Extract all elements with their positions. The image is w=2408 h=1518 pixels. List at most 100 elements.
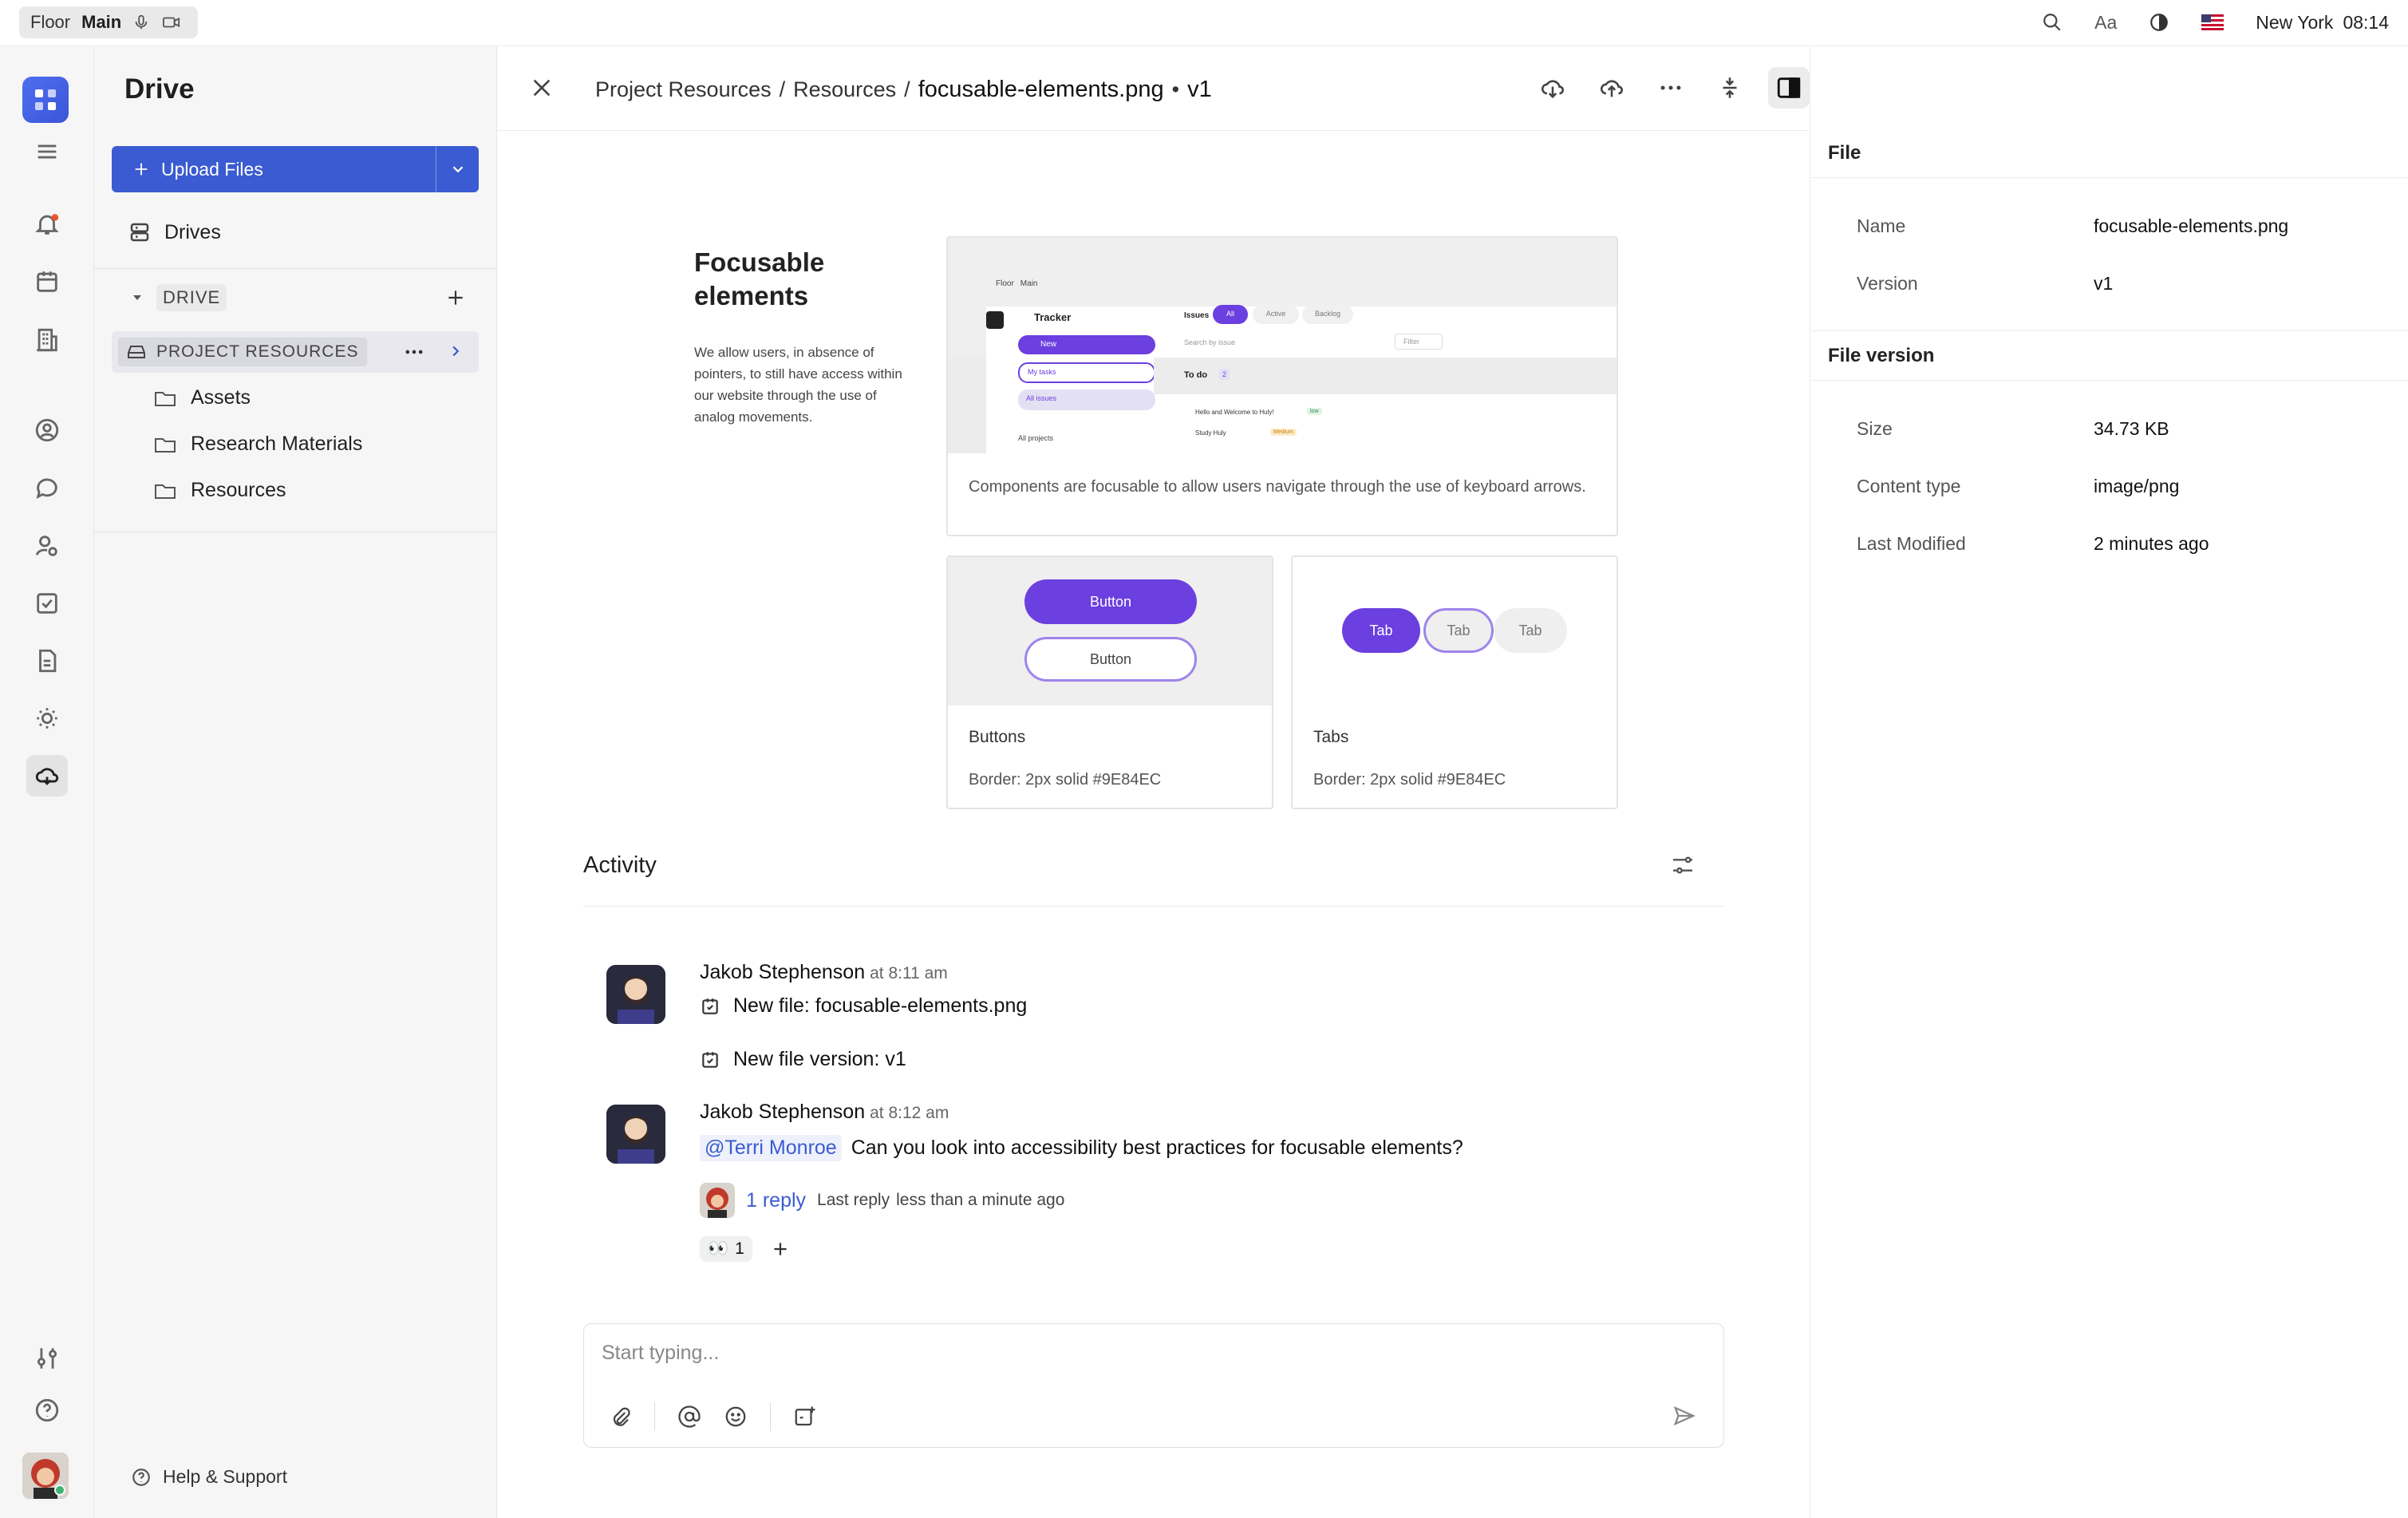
microphone-icon[interactable] [132, 14, 150, 31]
office-building-icon[interactable] [26, 319, 68, 361]
upload-icon[interactable] [1591, 67, 1632, 109]
divider [1810, 380, 2408, 381]
mention-at-icon[interactable] [677, 1405, 701, 1429]
sidebar-item-drives[interactable]: Drives [128, 220, 221, 244]
breadcrumb-resources[interactable]: Resources [793, 77, 896, 102]
contacts-icon[interactable] [26, 409, 68, 451]
reply-when: less than a minute ago [896, 1191, 1065, 1209]
size-label: Size [1857, 418, 1893, 439]
message-author: Jakob Stephenson at 8:11 am [700, 961, 948, 983]
help-question-icon[interactable] [26, 1390, 68, 1431]
more-options-icon[interactable] [403, 341, 425, 363]
divider [94, 268, 497, 269]
sample-tab-focused: Tab [1423, 608, 1494, 653]
notifications-bell-icon[interactable] [26, 204, 68, 245]
mini-main-label: Main [1020, 279, 1038, 288]
calendar-icon[interactable] [26, 261, 68, 302]
mini-tracker-label: Tracker [1034, 311, 1072, 323]
mini-todo-count: 2 [1219, 369, 1230, 380]
file-details-panel: File Name focusable-elements.png Version… [1810, 46, 2408, 1518]
upload-files-button[interactable]: Upload Files [112, 146, 479, 192]
mini-todo: To do [1184, 370, 1208, 380]
content-type-value: image/png [2094, 476, 2180, 496]
folder-item[interactable]: Assets [154, 386, 251, 409]
compress-icon[interactable] [1709, 67, 1751, 109]
sidebar-title: Drive [124, 73, 195, 105]
tasks-checkbox-icon[interactable] [26, 583, 68, 624]
message-composer[interactable]: Start typing... [583, 1323, 1724, 1448]
message-author: Jakob Stephenson at 8:12 am [700, 1101, 949, 1123]
caret-down-icon [131, 291, 144, 304]
mini-backlog-tab: Backlog [1302, 305, 1353, 324]
mini-mytasks: My tasks [1018, 362, 1155, 383]
avatar[interactable] [606, 965, 665, 1024]
sun-icon[interactable] [26, 698, 68, 739]
message-time: at 8:12 am [870, 1104, 949, 1122]
activity-event: New file version: v1 [700, 1048, 906, 1071]
workspace-switcher[interactable]: Floor Main [19, 6, 198, 38]
file-viewer: Project Resources / Resources / focusable-… [497, 46, 1810, 1518]
upload-dropdown-chevron-icon[interactable] [436, 146, 479, 192]
buttons-card-border: Border: 2px solid #9E84EC [969, 771, 1162, 789]
toggle-side-panel-icon[interactable] [1768, 67, 1810, 109]
breadcrumb-project[interactable]: Project Resources [595, 77, 772, 102]
drives-label: Drives [164, 220, 221, 243]
theme-contrast-icon[interactable] [2149, 12, 2169, 33]
folder-item[interactable]: Resources [154, 479, 286, 502]
file-header: Project Resources / Resources / focusable-… [497, 46, 1810, 131]
drive-section-header[interactable]: DRIVE [131, 284, 227, 311]
font-size-toggle[interactable]: Aa [2094, 12, 2117, 34]
recruiting-person-icon[interactable] [26, 525, 68, 567]
buttons-card-title: Buttons [969, 728, 1026, 746]
add-drive-plus-icon[interactable] [445, 287, 466, 308]
sample-outline-button: Button [1024, 637, 1197, 682]
user-mention[interactable]: @Terri Monroe [700, 1135, 842, 1161]
search-icon[interactable] [2042, 12, 2063, 33]
close-icon[interactable] [529, 75, 555, 101]
chevron-right-icon[interactable] [447, 342, 464, 360]
gif-add-icon[interactable] [793, 1405, 817, 1429]
activity-filter-icon[interactable] [1670, 852, 1695, 878]
name-label: Name [1857, 215, 1906, 236]
app-logo[interactable] [22, 77, 69, 123]
activity-title: Activity [583, 852, 657, 878]
menu-icon[interactable] [26, 131, 68, 172]
drive-cloud-icon[interactable] [26, 755, 68, 797]
download-icon[interactable] [1532, 67, 1573, 109]
help-support-button[interactable]: Help & Support [131, 1466, 287, 1488]
chat-bubble-icon[interactable] [26, 467, 68, 508]
mini-issue-2: Study Huly [1195, 429, 1226, 437]
file-event-icon [700, 1050, 720, 1070]
folder-label: Research Materials [191, 433, 363, 455]
mini-all-tab: All [1213, 305, 1248, 324]
thread-replies[interactable]: 1 reply Last reply less than a minute ag… [700, 1183, 1064, 1218]
clock-location: New York [2256, 11, 2334, 33]
send-icon[interactable] [1672, 1404, 1696, 1428]
version-value: v1 [2094, 273, 2114, 294]
documents-icon[interactable] [26, 640, 68, 682]
mini-new-button: New [1018, 335, 1155, 354]
emoji-smile-icon[interactable] [724, 1405, 748, 1429]
last-modified-value: 2 minutes ago [2094, 533, 2209, 554]
avatar[interactable] [606, 1105, 665, 1164]
more-options-icon[interactable] [1650, 67, 1692, 109]
user-avatar[interactable] [22, 1453, 69, 1499]
mini-issue-1: Hello and Welcome to Huly! [1195, 409, 1274, 416]
settings-sliders-icon[interactable] [26, 1338, 68, 1379]
world-clock[interactable]: New York 08:14 [2256, 12, 2389, 34]
reply-meta: Last reply [817, 1191, 890, 1209]
mini-allissues: All issues [1018, 389, 1155, 410]
video-camera-icon[interactable] [161, 14, 182, 31]
preview-card-buttons: Button Button Buttons Border: 2px solid … [946, 555, 1273, 809]
us-flag-icon[interactable] [2201, 14, 2224, 30]
workspace-name: Floor [30, 12, 71, 32]
breadcrumb-filename: focusable-elements.png [918, 77, 1164, 102]
reply-count-link[interactable]: 1 reply [746, 1189, 806, 1212]
folder-item[interactable]: Research Materials [154, 433, 362, 456]
sidebar-item-project-resources[interactable]: PROJECT RESOURCES [112, 331, 479, 373]
attach-paperclip-icon[interactable] [608, 1405, 632, 1429]
reaction-button[interactable]: 👀 1 [700, 1236, 752, 1262]
drive-sidebar: Drive Upload Files Drives DRIVE PROJECT … [94, 46, 497, 1518]
add-reaction-plus-icon[interactable] [770, 1239, 791, 1259]
mini-search: Search by issue [1184, 338, 1236, 346]
